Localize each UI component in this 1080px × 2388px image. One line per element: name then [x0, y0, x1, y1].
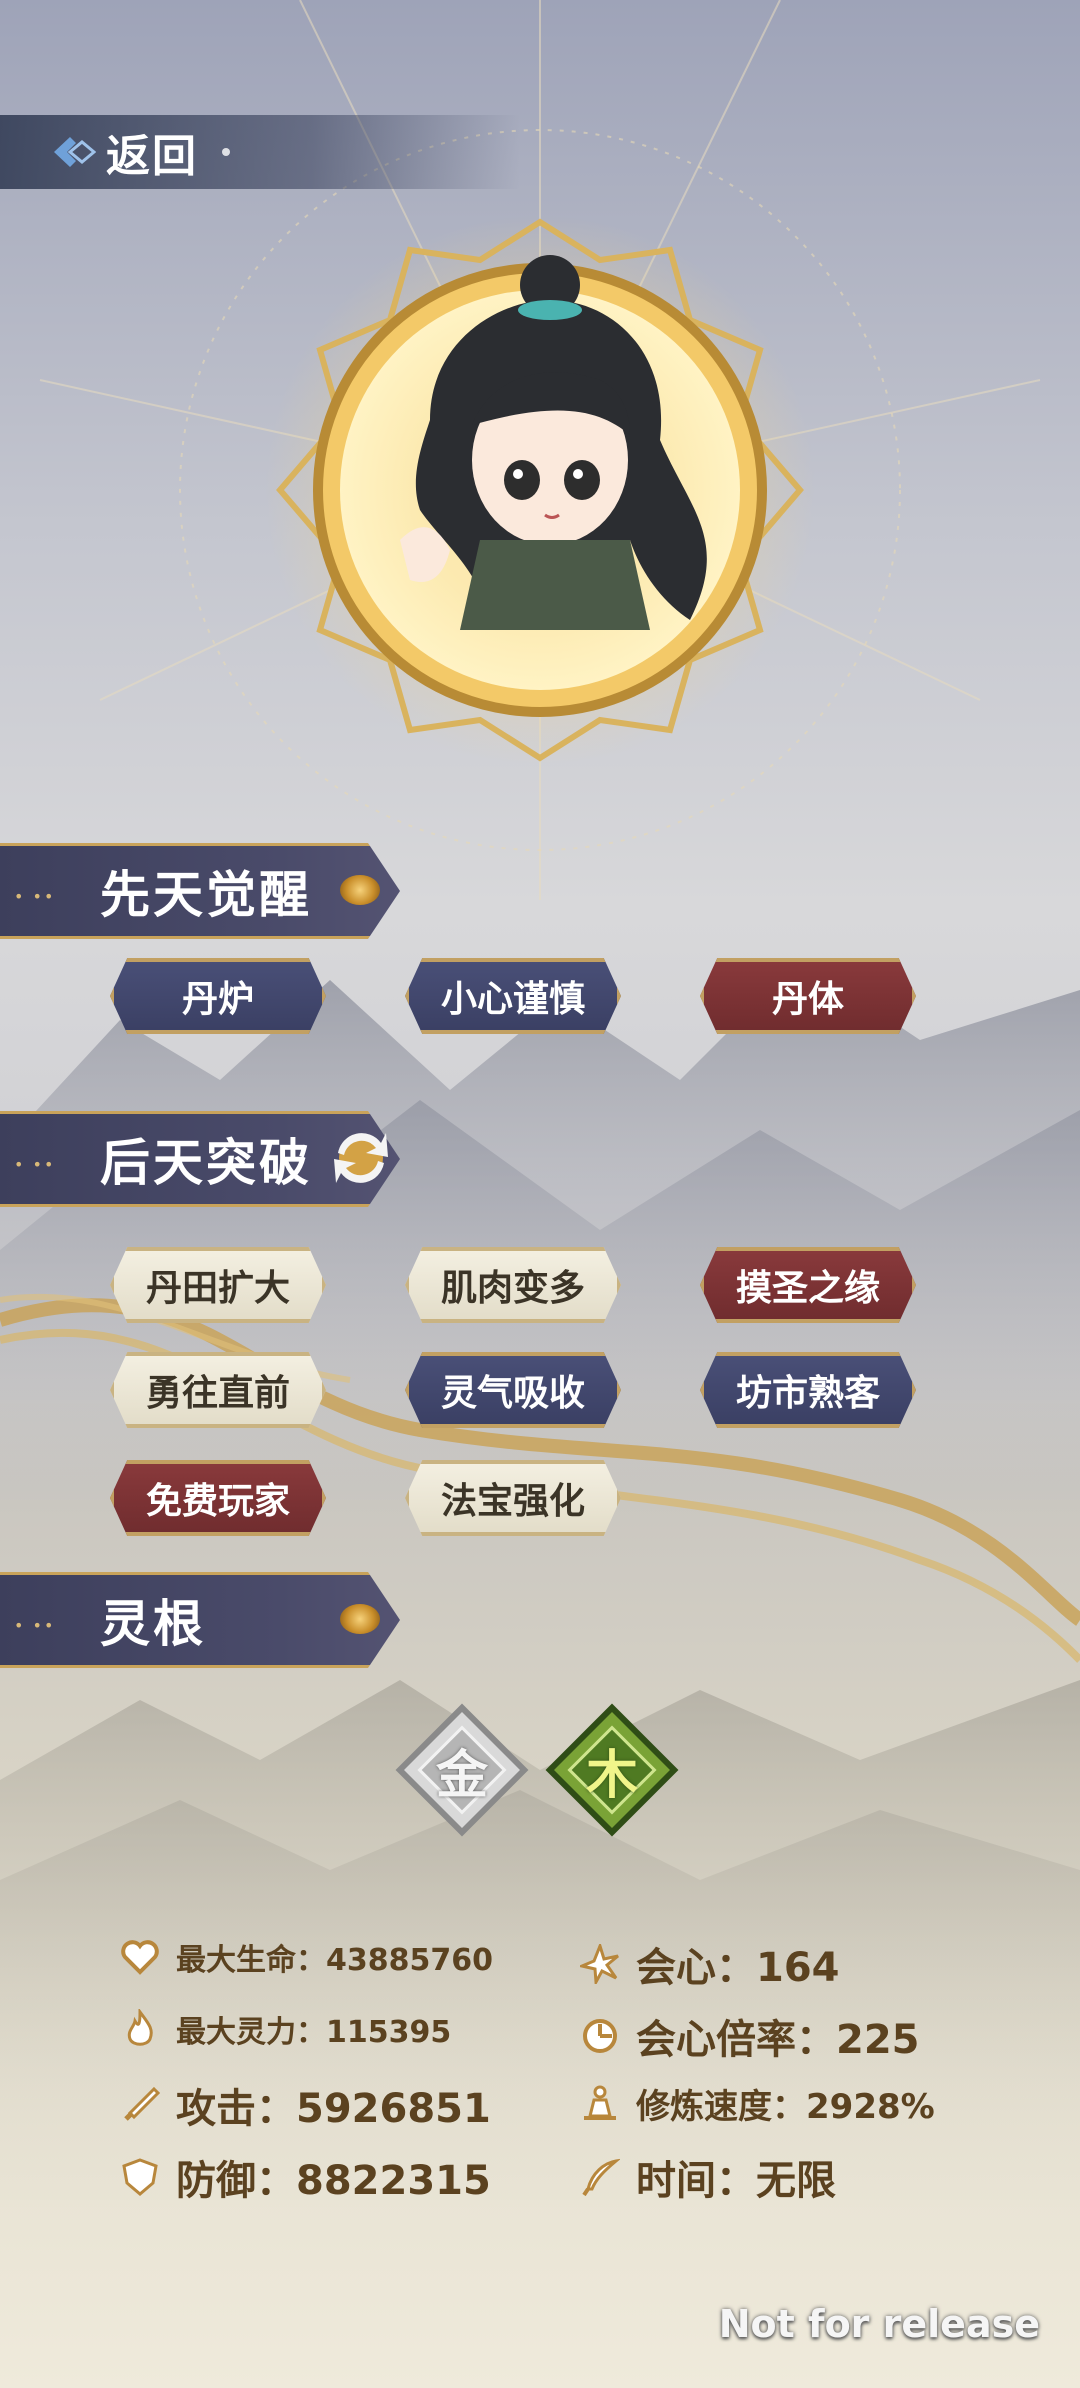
refresh-icon[interactable] — [326, 1123, 396, 1193]
acquired-tag[interactable]: 坊市熟客 — [700, 1352, 916, 1428]
stat-max-hp: 最大生命：43885760 — [118, 1935, 493, 1979]
acquired-tag[interactable]: 丹田扩大 — [110, 1247, 326, 1323]
section-title: 灵根 — [100, 1595, 206, 1653]
section-title: 后天突破 — [100, 1134, 312, 1192]
spirit-root-label: 木 — [585, 1745, 638, 1806]
character-portrait — [260, 210, 820, 770]
spirit-root-metal[interactable]: 金 — [392, 1700, 532, 1840]
acquired-tag[interactable]: 摸圣之缘 — [700, 1247, 916, 1323]
feather-icon — [578, 2155, 622, 2199]
stat-max-mana: 最大灵力：115395 — [118, 2007, 451, 2051]
acquired-tag[interactable]: 免费玩家 — [110, 1460, 326, 1536]
section-header-acquired: • •• 后天突破 — [0, 1111, 420, 1207]
stat-cultivation-speed: 修炼速度：2928% — [578, 2079, 935, 2128]
stat-attack: 攻击：5926851 — [118, 2076, 491, 2134]
stat-crit-rate: 会心倍率：225 — [578, 2007, 920, 2065]
sword-icon — [118, 2083, 162, 2127]
acquired-tag[interactable]: 肌肉变多 — [405, 1247, 621, 1323]
meditation-icon — [578, 2082, 622, 2126]
spirit-root-wood[interactable]: 木 — [542, 1700, 682, 1840]
back-button[interactable]: 返回 — [106, 120, 198, 184]
orb-icon — [340, 875, 380, 905]
spirit-root-label: 金 — [435, 1745, 488, 1806]
flame-icon — [118, 2007, 162, 2051]
watermark-text: Not for release — [718, 2302, 1040, 2346]
acquired-tag[interactable]: 勇往直前 — [110, 1352, 326, 1428]
stat-crit: 会心：164 — [578, 1935, 840, 1993]
back-arrow-icon[interactable] — [50, 129, 97, 175]
orb-icon — [340, 1604, 380, 1634]
section-header-innate: • •• 先天觉醒 — [0, 843, 420, 939]
innate-tag[interactable]: 丹体 — [700, 958, 916, 1034]
target-icon — [578, 2014, 622, 2058]
innate-tag[interactable]: 小心谨慎 — [405, 958, 621, 1034]
header-dot — [222, 148, 230, 156]
acquired-tag[interactable]: 法宝强化 — [405, 1460, 621, 1536]
innate-tag[interactable]: 丹炉 — [110, 958, 326, 1034]
shield-icon — [118, 2155, 162, 2199]
stat-time: 时间：无限 — [578, 2148, 836, 2206]
section-title: 先天觉醒 — [100, 866, 312, 924]
heart-icon — [118, 1935, 162, 1979]
back-bar[interactable]: 返回 — [0, 115, 520, 189]
section-header-spirit-root: • •• 灵根 — [0, 1572, 420, 1668]
stat-defense: 防御：8822315 — [118, 2148, 491, 2206]
burst-icon — [578, 1942, 622, 1986]
acquired-tag[interactable]: 灵气吸收 — [405, 1352, 621, 1428]
